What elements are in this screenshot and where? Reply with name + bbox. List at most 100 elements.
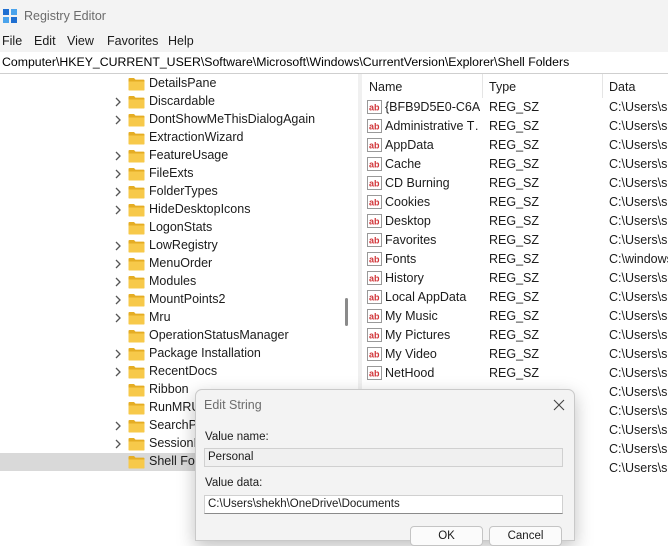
value-row[interactable]: ab My Video REG_SZ C:\Users\she [362, 345, 668, 364]
value-row[interactable]: ab My Music REG_SZ C:\Users\she [362, 307, 668, 326]
tree-item[interactable]: HideDesktopIcons [0, 201, 340, 219]
address-bar[interactable]: Computer\HKEY_CURRENT_USER\Software\Micr… [0, 52, 668, 74]
chevron-right-icon[interactable] [112, 365, 124, 379]
value-data: C:\Users\she [609, 366, 668, 380]
tree-item-label: Ribbon [149, 382, 189, 396]
chevron-right-icon[interactable] [112, 185, 124, 199]
string-value-icon: ab [367, 347, 382, 361]
svg-text:ab: ab [369, 160, 380, 170]
value-row[interactable]: ab NetHood REG_SZ C:\Users\she [362, 364, 668, 383]
value-name-field: Personal [204, 448, 563, 467]
chevron-right-icon[interactable] [112, 275, 124, 289]
svg-text:ab: ab [369, 255, 380, 265]
value-data: C:\Users\she [609, 157, 668, 171]
folder-icon [128, 168, 145, 181]
value-data-text[interactable]: C:\Users\shekh\OneDrive\Documents [208, 498, 400, 510]
value-name-label: Value name: [205, 431, 269, 443]
cancel-button[interactable]: Cancel [489, 526, 562, 546]
column-header-type[interactable]: Type [483, 74, 602, 98]
tree-item[interactable]: FeatureUsage [0, 147, 340, 165]
tree-item[interactable]: OperationStatusManager [0, 327, 340, 345]
tree-item[interactable]: Modules [0, 273, 340, 291]
value-row[interactable]: ab AppData REG_SZ C:\Users\she [362, 136, 668, 155]
svg-text:ab: ab [369, 122, 380, 132]
value-row[interactable]: ab Administrative T… REG_SZ C:\Users\she [362, 117, 668, 136]
folder-icon [128, 132, 145, 145]
tree-item[interactable]: LowRegistry [0, 237, 340, 255]
value-data: C:\Users\she [609, 404, 668, 418]
value-type: REG_SZ [489, 366, 540, 380]
value-name: Cache [385, 157, 422, 171]
value-type: REG_SZ [489, 271, 540, 285]
string-value-icon: ab [367, 309, 382, 323]
value-row[interactable]: ab Local AppData REG_SZ C:\Users\she [362, 288, 668, 307]
tree-item-label: OperationStatusManager [149, 328, 289, 342]
tree-item[interactable]: FileExts [0, 165, 340, 183]
tree-item[interactable]: MenuOrder [0, 255, 340, 273]
close-icon[interactable] [548, 395, 570, 415]
value-row[interactable]: ab My Pictures REG_SZ C:\Users\she [362, 326, 668, 345]
tree-item[interactable]: DontShowMeThisDialogAgain [0, 111, 340, 129]
value-name: My Pictures [385, 328, 451, 342]
string-value-icon: ab [367, 290, 382, 304]
chevron-right-icon[interactable] [112, 257, 124, 271]
tree-scrollbar-thumb[interactable] [345, 298, 348, 326]
chevron-right-icon[interactable] [112, 167, 124, 181]
address-path[interactable]: Computer\HKEY_CURRENT_USER\Software\Micr… [2, 55, 569, 69]
tree-item[interactable]: DetailsPane [0, 75, 340, 93]
tree-item[interactable]: MountPoints2 [0, 291, 340, 309]
value-row[interactable]: ab {BFB9D5E0-C6A… REG_SZ C:\Users\she [362, 98, 668, 117]
menu-file[interactable]: File [2, 34, 22, 48]
column-header-data[interactable]: Data [603, 74, 668, 98]
chevron-right-icon[interactable] [112, 437, 124, 451]
value-row[interactable]: ab Cookies REG_SZ C:\Users\she [362, 193, 668, 212]
chevron-right-icon[interactable] [112, 419, 124, 433]
column-header-type-label: Type [489, 80, 517, 94]
value-data-input[interactable]: C:\Users\shekh\OneDrive\Documents [204, 495, 563, 514]
ok-button[interactable]: OK [410, 526, 483, 546]
value-row[interactable]: ab Favorites REG_SZ C:\Users\she [362, 231, 668, 250]
tree-item[interactable]: RecentDocs [0, 363, 340, 381]
value-row[interactable]: ab Cache REG_SZ C:\Users\she [362, 155, 668, 174]
chevron-right-icon[interactable] [112, 239, 124, 253]
string-value-icon: ab [367, 138, 382, 152]
tree-item[interactable]: LogonStats [0, 219, 340, 237]
value-row[interactable]: ab Fonts REG_SZ C:\windows [362, 250, 668, 269]
svg-text:ab: ab [369, 369, 380, 379]
chevron-right-icon[interactable] [112, 203, 124, 217]
chevron-right-icon[interactable] [112, 311, 124, 325]
value-row[interactable]: ab Desktop REG_SZ C:\Users\she [362, 212, 668, 231]
folder-icon [128, 240, 145, 253]
value-type: REG_SZ [489, 176, 540, 190]
chevron-right-icon[interactable] [112, 293, 124, 307]
folder-icon [128, 78, 145, 91]
svg-text:ab: ab [369, 331, 380, 341]
tree-item[interactable]: FolderTypes [0, 183, 340, 201]
value-row[interactable]: ab CD Burning REG_SZ C:\Users\she [362, 174, 668, 193]
string-value-icon: ab [367, 366, 382, 380]
value-type: REG_SZ [489, 290, 540, 304]
menu-view[interactable]: View [67, 34, 94, 48]
value-data: C:\Users\she [609, 100, 668, 114]
tree-item[interactable]: Mru [0, 309, 340, 327]
chevron-right-icon[interactable] [112, 95, 124, 109]
value-data: C:\Users\she [609, 176, 668, 190]
value-data: C:\Users\she [609, 233, 668, 247]
tree-item[interactable]: Discardable [0, 93, 340, 111]
menu-favorites[interactable]: Favorites [107, 34, 158, 48]
svg-text:ab: ab [369, 179, 380, 189]
menu-edit[interactable]: Edit [34, 34, 56, 48]
chevron-right-icon[interactable] [112, 347, 124, 361]
tree-item[interactable]: ExtractionWizard [0, 129, 340, 147]
svg-text:ab: ab [369, 236, 380, 246]
tree-item-label: Discardable [149, 94, 216, 108]
column-header-name[interactable]: Name [362, 74, 482, 98]
chevron-right-icon[interactable] [112, 113, 124, 127]
value-name: CD Burning [385, 176, 450, 190]
chevron-right-icon[interactable] [112, 149, 124, 163]
value-row[interactable]: ab History REG_SZ C:\Users\she [362, 269, 668, 288]
tree-item-label: FolderTypes [149, 184, 218, 198]
menu-help[interactable]: Help [168, 34, 194, 48]
value-data: C:\Users\she [609, 138, 668, 152]
tree-item[interactable]: Package Installation [0, 345, 340, 363]
